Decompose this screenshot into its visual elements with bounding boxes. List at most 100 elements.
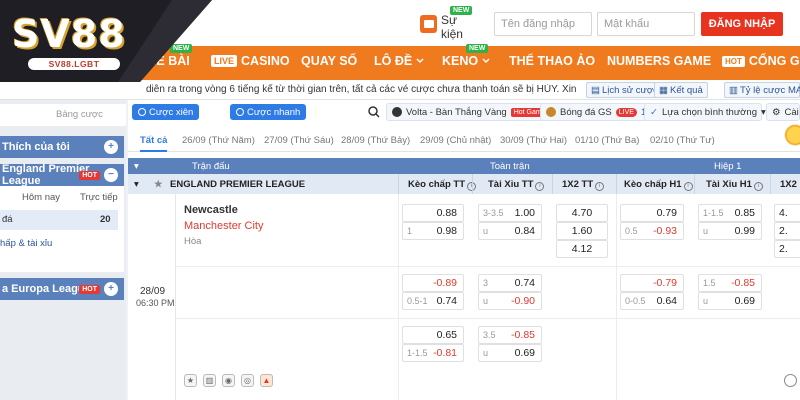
odds-cell[interactable]: 3 0.74 — [478, 274, 542, 292]
login-button[interactable]: ĐĂNG NHẬP — [701, 12, 783, 36]
brand-logo[interactable]: SV88 SV88.LGBT — [0, 0, 212, 82]
odds-type-label: Tỷ lệ cược MA — [739, 84, 800, 96]
odds-cell[interactable]: u 0.84 — [478, 222, 542, 240]
nav-label: LÔ ĐỀ — [374, 54, 413, 68]
settings-button[interactable]: ⚙ Cài đ — [766, 103, 800, 121]
view-icon[interactable]: ◉ — [222, 374, 235, 387]
live-match-label: Volta - Bàn Thắng Vàng — [406, 106, 507, 118]
league-label: a Europa League — [2, 283, 91, 295]
date-tab[interactable]: 02/10 (Thứ Tư) — [650, 135, 715, 146]
collapse-icon[interactable]: ▾ — [134, 179, 139, 190]
date-tabs: Tất cả 26/09 (Thứ Năm) 27/09 (Thứ Sáu) 2… — [128, 128, 800, 152]
promo-icon[interactable] — [784, 124, 800, 146]
away-team: Manchester City — [184, 220, 264, 232]
sidebar-tab-betslip[interactable]: Bảng cược — [56, 109, 103, 120]
fire-icon[interactable]: ▲ — [260, 374, 273, 387]
check-icon: ✓ — [650, 106, 658, 118]
date-tab[interactable]: 27/09 (Thứ Sáu) — [264, 135, 334, 146]
sidebar-league-europa[interactable]: a Europa League HOT + — [0, 278, 124, 300]
search-icon[interactable] — [368, 106, 380, 118]
parlay-button[interactable]: Cược xiên — [132, 104, 200, 120]
announcement-bar: diễn ra trong vòng 6 tiếng kể từ thời gi… — [0, 80, 800, 100]
odds-cell[interactable]: u 0.69 — [698, 292, 762, 310]
col-today[interactable]: Hôm nay — [22, 192, 60, 203]
plus-icon[interactable]: + — [104, 140, 118, 154]
odds-cell[interactable]: 1-1.5 0.85 — [698, 204, 762, 222]
odds-cell[interactable]: 0.79 — [620, 204, 684, 222]
info-icon[interactable]: i — [753, 182, 763, 191]
odds-cell[interactable]: 2. — [774, 222, 800, 240]
odds-cell[interactable]: 2. — [774, 240, 800, 258]
nav-item-keno[interactable]: NEW KENO — [442, 44, 490, 68]
results-icon: ▦ — [659, 84, 668, 96]
bet-history-label: Lịch sử cược — [601, 84, 658, 96]
odds-cell[interactable]: 4.70 — [556, 204, 608, 222]
date-tab[interactable]: 01/10 (Thứ Ba) — [575, 135, 639, 146]
odds-cell[interactable]: 1 0.98 — [402, 222, 464, 240]
event-button[interactable]: NEW Sự kiện — [414, 6, 480, 41]
odds-cell[interactable]: 0.5 -0.93 — [620, 222, 684, 240]
date-tab-all[interactable]: Tất cả — [140, 135, 168, 152]
date-tab[interactable]: 29/09 (Chủ nhật) — [420, 135, 491, 146]
divider — [694, 174, 695, 194]
sidebar-handicap-link[interactable]: hấp & tài xỉu — [0, 238, 52, 249]
odds-cell[interactable]: u 0.69 — [478, 344, 542, 362]
odds-cell[interactable]: 0-0.5 0.64 — [620, 292, 684, 310]
odds-cell[interactable]: u -0.90 — [478, 292, 542, 310]
nav-item-casino[interactable]: LIVE CASINO — [211, 54, 290, 68]
live-tracker-icon[interactable]: ◎ — [241, 374, 254, 387]
odds-cell[interactable]: -0.89 — [402, 274, 464, 292]
quick-bet-button[interactable]: Cược nhanh — [230, 104, 307, 120]
stats-icon[interactable]: ▥ — [203, 374, 216, 387]
plus-icon[interactable]: + — [104, 282, 118, 296]
col-live[interactable]: Trực tiếp — [80, 192, 118, 203]
star-icon[interactable]: ★ — [184, 374, 197, 387]
sidebar-sport-row[interactable]: đá 20 — [0, 210, 118, 230]
bet-history-button[interactable]: ▤ Lịch sử cược — [586, 82, 663, 98]
odds-cell[interactable]: 3.5 -0.85 — [478, 326, 542, 344]
odds-cell[interactable]: 4. — [774, 204, 800, 222]
collapse-icon[interactable]: − — [104, 168, 118, 182]
sort-dropdown[interactable]: ✓ Lựa chọn bình thường ▾ — [644, 103, 766, 121]
radio-icon — [236, 108, 244, 116]
sidebar-league-epl[interactable]: England Premier League HOT − — [0, 163, 124, 187]
odds-cell[interactable]: 0.5-1 0.74 — [402, 292, 464, 310]
odds-type-dropdown[interactable]: ▥ Tỷ lệ cược MA ▾ — [724, 82, 800, 98]
divider — [472, 174, 473, 194]
results-button[interactable]: ▦ Kết quả — [654, 82, 708, 98]
odds-cell[interactable]: -0.79 — [620, 274, 684, 292]
odds-cell[interactable]: 1.5 -0.85 — [698, 274, 762, 292]
odds-cell[interactable]: 0.88 — [402, 204, 464, 222]
odds-table-header: ▾ Trận đấu Toàn trận Hiệp 1 — [128, 158, 800, 174]
info-icon[interactable]: i — [535, 182, 545, 191]
nav-item-quay-so[interactable]: QUAY SỐ — [301, 54, 357, 68]
nav-item-numbers-game[interactable]: NUMBERS GAME — [607, 54, 711, 68]
odds-cell[interactable]: 0.65 — [402, 326, 464, 344]
date-tab[interactable]: 30/09 (Thứ Hai) — [500, 135, 567, 146]
date-tab[interactable]: 28/09 (Thứ Bảy) — [341, 135, 410, 146]
star-icon[interactable]: ★ — [154, 179, 163, 190]
nav-item-cong-game[interactable]: HOT CỔNG GAME — [722, 54, 800, 68]
sport-label: đá — [2, 214, 13, 225]
username-input[interactable] — [494, 12, 592, 36]
info-icon[interactable]: i — [683, 182, 693, 191]
hot-badge: HOT — [79, 284, 100, 294]
live-match-volta[interactable]: Volta - Bàn Thắng Vàng Hot Game — [386, 103, 555, 121]
password-input[interactable] — [597, 12, 695, 36]
live-match-gs[interactable]: Bóng đá GS LIVE 10 — [540, 103, 658, 121]
odds-cell[interactable]: 3-3.5 1.00 — [478, 204, 542, 222]
odds-cell[interactable]: 1.60 — [556, 222, 608, 240]
sidebar-favorites[interactable]: Thích của tôi + — [0, 136, 124, 158]
chevron-down-icon — [482, 58, 490, 64]
odds-cell[interactable]: u 0.99 — [698, 222, 762, 240]
info-icon[interactable]: i — [595, 182, 605, 191]
nav-item-the-thao-ao[interactable]: THỂ THAO ẢO — [509, 54, 595, 68]
match-actions: ★ ▥ ◉ ◎ ▲ — [184, 374, 273, 387]
collapse-icon[interactable]: ▾ — [134, 161, 139, 172]
nav-item-lo-de[interactable]: LÔ ĐỀ — [374, 54, 424, 68]
odds-cell[interactable]: 4.12 — [556, 240, 608, 258]
calendar-icon — [420, 15, 437, 33]
date-tab[interactable]: 26/09 (Thứ Năm) — [182, 135, 255, 146]
odds-cell[interactable]: 1-1.5 -0.81 — [402, 344, 464, 362]
soccer-ball-icon[interactable] — [784, 374, 797, 387]
